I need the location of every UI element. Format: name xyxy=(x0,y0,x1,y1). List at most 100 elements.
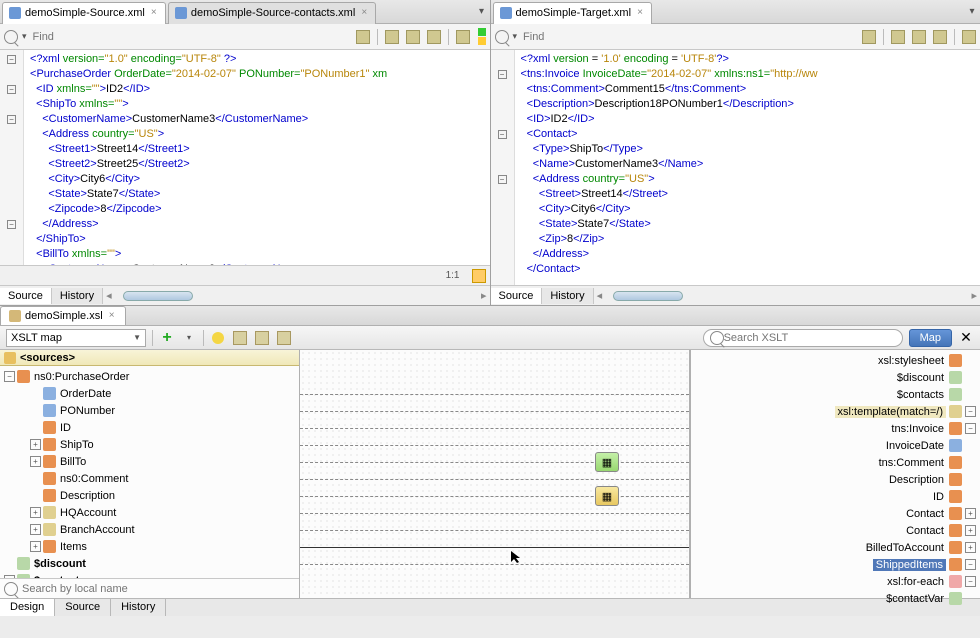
bookmark-next-icon[interactable] xyxy=(427,30,441,44)
scroll-right-icon[interactable]: ▸ xyxy=(478,289,490,302)
map-button[interactable]: Map xyxy=(909,329,952,347)
target-tree[interactable]: xsl:stylesheet$discount$contactsxsl:temp… xyxy=(691,350,980,609)
tab-source-xml[interactable]: demoSimple-Source.xml × xyxy=(2,2,166,24)
function-node-concat[interactable]: ▦ xyxy=(595,452,619,472)
fold-toggle-icon[interactable]: − xyxy=(7,220,16,229)
find-input[interactable] xyxy=(31,29,352,45)
expand-toggle-icon[interactable]: + xyxy=(965,542,976,553)
expand-toggle-icon[interactable]: + xyxy=(965,525,976,536)
target-tree-item[interactable]: BilledToAccount+ xyxy=(691,539,980,556)
tab-source-contacts-xml[interactable]: demoSimple-Source-contacts.xml × xyxy=(168,2,376,24)
bookmark-prev-icon[interactable] xyxy=(406,30,420,44)
fold-toggle-icon[interactable]: − xyxy=(7,55,16,64)
expand-toggle-icon[interactable]: + xyxy=(30,507,41,518)
scroll-left-icon[interactable]: ◂ xyxy=(103,289,115,302)
options-icon[interactable] xyxy=(456,30,470,44)
close-icon[interactable]: × xyxy=(149,8,159,18)
sources-header[interactable]: <sources> xyxy=(0,350,299,366)
bookmark-next-icon[interactable] xyxy=(933,30,947,44)
bookmark-prev-icon[interactable] xyxy=(912,30,926,44)
target-tree-item[interactable]: xsl:template(match=/)− xyxy=(691,403,980,420)
xslt-search-input[interactable] xyxy=(724,332,896,344)
target-code[interactable]: <?xml version = '1.0' encoding = 'UTF-8'… xyxy=(515,50,824,285)
mapping-canvas[interactable]: ▦ ▦ xyxy=(300,350,690,598)
target-tree-item[interactable]: $contacts xyxy=(691,386,980,403)
target-tree-item[interactable]: Contact+ xyxy=(691,522,980,539)
horizontal-scrollbar[interactable] xyxy=(115,291,478,301)
tab-target-xml[interactable]: demoSimple-Target.xml × xyxy=(493,2,653,24)
target-tree-item[interactable]: tns:Invoice− xyxy=(691,420,980,437)
expand-toggle-icon[interactable]: − xyxy=(965,423,976,434)
target-tree-item[interactable]: $discount xyxy=(691,369,980,386)
close-icon[interactable]: × xyxy=(635,8,645,18)
validate-icon[interactable] xyxy=(210,330,226,346)
source-tree-item[interactable]: +Items xyxy=(0,538,299,555)
source-tree-item[interactable]: +BranchAccount xyxy=(0,521,299,538)
source-tree[interactable]: −ns0:PurchaseOrderOrderDatePONumberID+Sh… xyxy=(0,366,299,578)
source-search-input[interactable] xyxy=(22,583,295,595)
source-code[interactable]: <?xml version="1.0" encoding="UTF-8" ?> … xyxy=(24,50,393,265)
view-tab-history[interactable]: History xyxy=(111,599,166,616)
source-tree-item[interactable]: −ns0:PurchaseOrder xyxy=(0,368,299,385)
target-tree-item[interactable]: xsl:stylesheet xyxy=(691,352,980,369)
target-tree-item[interactable]: InvoiceDate xyxy=(691,437,980,454)
horizontal-scrollbar[interactable] xyxy=(605,291,968,301)
view-tab-history[interactable]: History xyxy=(52,288,103,304)
source-tree-item[interactable]: +BillTo xyxy=(0,453,299,470)
bookmark-icon[interactable] xyxy=(891,30,905,44)
refresh-icon[interactable] xyxy=(276,330,292,346)
source-code-area[interactable]: − − − − <?xml version="1.0" encoding="UT… xyxy=(0,50,490,265)
expand-toggle-icon[interactable]: − xyxy=(965,406,976,417)
view-tab-design[interactable]: Design xyxy=(0,599,55,616)
target-code-area[interactable]: − − − <?xml version = '1.0' encoding = '… xyxy=(491,50,980,285)
highlight-icon[interactable] xyxy=(862,30,876,44)
tab-list-dropdown-icon[interactable]: ▾ xyxy=(474,6,490,17)
source-tree-item[interactable]: ns0:Comment xyxy=(0,470,299,487)
highlight-icon[interactable] xyxy=(356,30,370,44)
fold-gutter[interactable]: − − − − xyxy=(0,50,24,265)
expand-toggle-icon[interactable]: − xyxy=(965,559,976,570)
expand-toggle-icon[interactable]: + xyxy=(30,456,41,467)
source-tree-item[interactable]: +ShipTo xyxy=(0,436,299,453)
target-tree-item[interactable]: ShippedItems− xyxy=(691,556,980,573)
add-dropdown-icon[interactable]: ▾ xyxy=(181,330,197,346)
expand-toggle-icon[interactable]: + xyxy=(30,541,41,552)
source-tree-item[interactable]: +HQAccount xyxy=(0,504,299,521)
source-tree-item[interactable]: ID xyxy=(0,419,299,436)
find-dropdown-icon[interactable]: ▾ xyxy=(513,31,518,42)
source-tree-item[interactable]: OrderDate xyxy=(0,385,299,402)
target-tree-item[interactable]: Contact+ xyxy=(691,505,980,522)
marker-icon[interactable] xyxy=(472,269,486,283)
function-node[interactable]: ▦ xyxy=(595,486,619,506)
expand-toggle-icon[interactable]: + xyxy=(30,524,41,535)
fold-toggle-icon[interactable]: − xyxy=(498,175,507,184)
find-input[interactable] xyxy=(521,29,858,45)
close-icon[interactable]: × xyxy=(107,311,117,321)
search-icon[interactable] xyxy=(495,30,509,44)
view-tab-source[interactable]: Source xyxy=(491,288,543,304)
fold-toggle-icon[interactable]: − xyxy=(7,85,16,94)
fold-toggle-icon[interactable]: − xyxy=(498,130,507,139)
expand-toggle-icon[interactable]: − xyxy=(4,371,15,382)
xslt-search[interactable] xyxy=(703,329,903,347)
fold-gutter[interactable]: − − − xyxy=(491,50,515,285)
fold-toggle-icon[interactable]: − xyxy=(7,115,16,124)
fold-toggle-icon[interactable]: − xyxy=(498,70,507,79)
find-dropdown-icon[interactable]: ▾ xyxy=(22,31,27,42)
target-tree-item[interactable]: xsl:for-each− xyxy=(691,573,980,590)
options-icon[interactable] xyxy=(962,30,976,44)
auto-map-icon[interactable] xyxy=(254,330,270,346)
expand-toggle-icon[interactable]: + xyxy=(965,508,976,519)
tab-xslt-file[interactable]: demoSimple.xsl × xyxy=(0,306,126,325)
search-icon[interactable] xyxy=(4,30,18,44)
expand-toggle-icon[interactable]: + xyxy=(30,439,41,450)
view-tab-source[interactable]: Source xyxy=(0,288,52,304)
search-icon[interactable] xyxy=(4,582,18,596)
more-icon[interactable]: ✕ xyxy=(958,330,974,346)
target-tree-item[interactable]: Description xyxy=(691,471,980,488)
bookmark-icon[interactable] xyxy=(385,30,399,44)
target-tree-item[interactable]: tns:Comment xyxy=(691,454,980,471)
target-tree-item[interactable]: ID xyxy=(691,488,980,505)
scroll-right-icon[interactable]: ▸ xyxy=(968,289,980,302)
source-tree-item[interactable]: $discount xyxy=(0,555,299,572)
